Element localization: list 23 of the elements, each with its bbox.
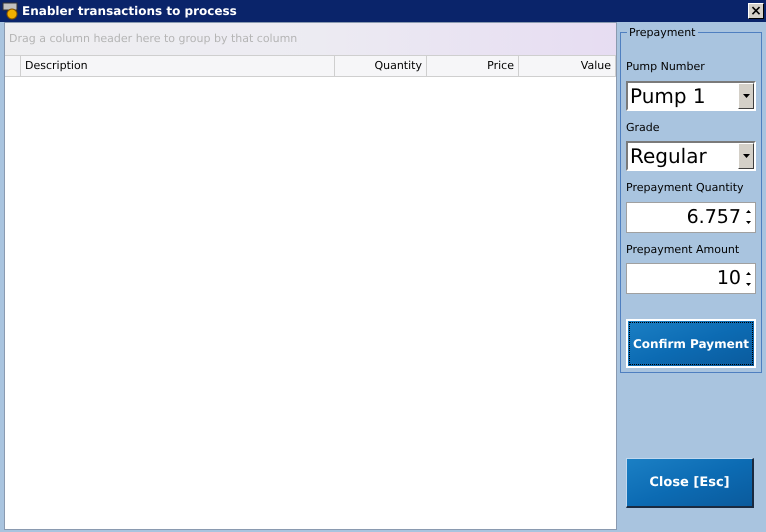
close-button[interactable]: × xyxy=(748,3,764,19)
dropdown-arrow-icon xyxy=(742,154,750,158)
number-field[interactable]: 10 xyxy=(626,263,756,294)
dropdown-arrow-icon xyxy=(742,94,750,98)
field-label: Prepayment Amount xyxy=(626,242,740,258)
column-header[interactable]: Description xyxy=(21,56,335,76)
field-label: Grade xyxy=(626,120,661,136)
field-label: Pump Number xyxy=(626,59,706,75)
spinner-icon xyxy=(745,270,752,286)
column-header[interactable]: Price xyxy=(427,56,519,76)
column-header[interactable]: Value xyxy=(519,56,616,76)
window-title: Enabler transactions to process xyxy=(22,3,238,20)
group-hint: Drag a column header here to group by that column xyxy=(9,30,298,47)
close-esc-button[interactable]: Close [Esc] xyxy=(626,458,754,508)
dropdown[interactable]: Regular xyxy=(626,141,756,171)
dropdown[interactable]: Pump 1 xyxy=(626,80,756,110)
column-header[interactable]: Quantity xyxy=(335,56,427,76)
field-label: Prepayment Quantity xyxy=(626,180,745,196)
number-field[interactable]: 6.757 xyxy=(626,202,756,232)
coin-icon xyxy=(2,2,20,20)
confirm-payment-button[interactable]: Confirm Payment xyxy=(626,319,756,368)
spinner-icon xyxy=(745,209,752,225)
group-title: Prepayment xyxy=(627,25,698,42)
